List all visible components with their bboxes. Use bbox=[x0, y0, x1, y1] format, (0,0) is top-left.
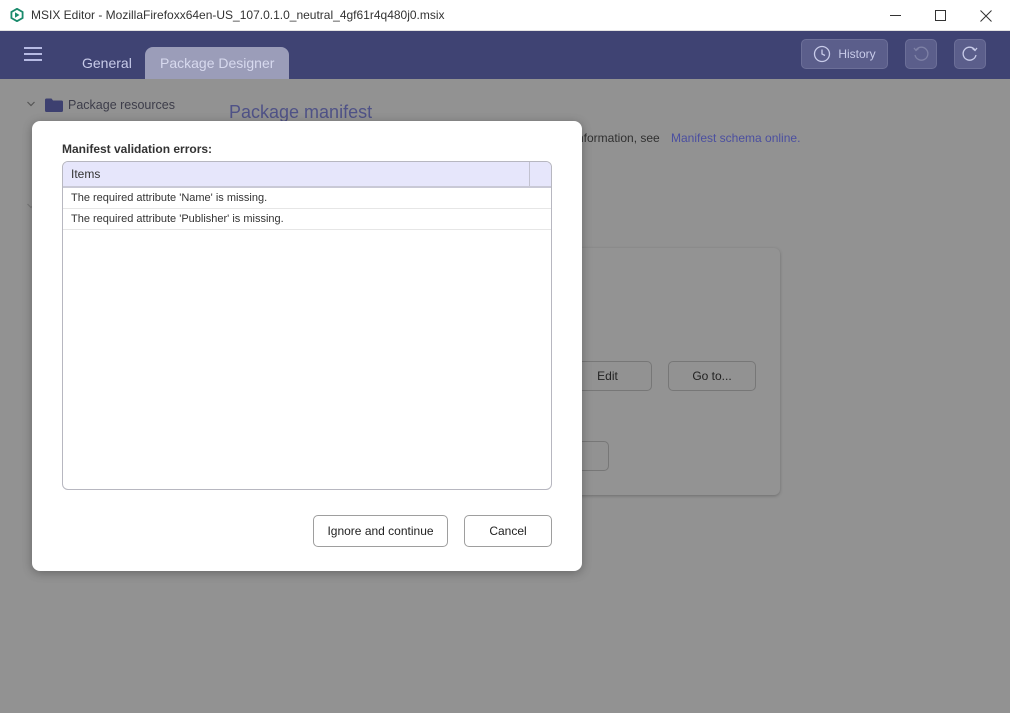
history-label: History bbox=[838, 47, 876, 61]
tab-package-designer[interactable]: Package Designer bbox=[145, 47, 290, 79]
manifest-description: nformation, see bbox=[577, 131, 660, 145]
minimize-button[interactable] bbox=[872, 0, 918, 31]
ignore-and-continue-button[interactable]: Ignore and continue bbox=[313, 515, 448, 547]
chevron-down-icon[interactable] bbox=[26, 99, 36, 109]
items-column-header[interactable]: Items bbox=[71, 167, 100, 181]
minimize-icon bbox=[889, 15, 901, 16]
msix-logo-icon bbox=[10, 8, 24, 22]
tab-general[interactable]: General bbox=[67, 47, 147, 79]
manifest-schema-link[interactable]: Manifest schema online. bbox=[671, 131, 800, 145]
maximize-button[interactable] bbox=[917, 0, 963, 31]
cancel-button[interactable]: Cancel bbox=[464, 515, 552, 547]
undo-button[interactable] bbox=[905, 39, 937, 69]
goto-button[interactable]: Go to... bbox=[668, 361, 756, 391]
manifest-validation-dialog: Manifest validation errors: Items The re… bbox=[32, 121, 582, 571]
list-item[interactable]: The required attribute 'Publisher' is mi… bbox=[63, 209, 551, 230]
history-button[interactable]: History bbox=[801, 39, 888, 69]
dialog-label: Manifest validation errors: bbox=[62, 142, 213, 156]
undo-icon bbox=[913, 46, 929, 61]
clock-icon bbox=[814, 45, 831, 63]
column-separator bbox=[529, 162, 530, 186]
redo-button[interactable] bbox=[954, 39, 986, 69]
window-titlebar: MSIX Editor - MozillaFirefoxx64en-US_107… bbox=[0, 0, 1010, 31]
errors-list[interactable]: Items The required attribute 'Name' is m… bbox=[62, 161, 552, 490]
page-title: Package manifest bbox=[229, 102, 373, 122]
app-header: General Package Designer History bbox=[0, 31, 1010, 79]
redo-icon bbox=[962, 46, 978, 61]
list-header: Items bbox=[63, 162, 551, 188]
maximize-icon bbox=[934, 10, 946, 21]
close-button[interactable] bbox=[963, 0, 1009, 31]
package-resources-label[interactable]: Package resources bbox=[68, 98, 175, 112]
window-title: MSIX Editor - MozillaFirefoxx64en-US_107… bbox=[31, 8, 445, 22]
list-item[interactable]: The required attribute 'Name' is missing… bbox=[63, 188, 551, 209]
hamburger-menu-icon[interactable] bbox=[24, 47, 42, 61]
close-icon bbox=[980, 9, 992, 22]
folder-icon bbox=[45, 98, 63, 112]
